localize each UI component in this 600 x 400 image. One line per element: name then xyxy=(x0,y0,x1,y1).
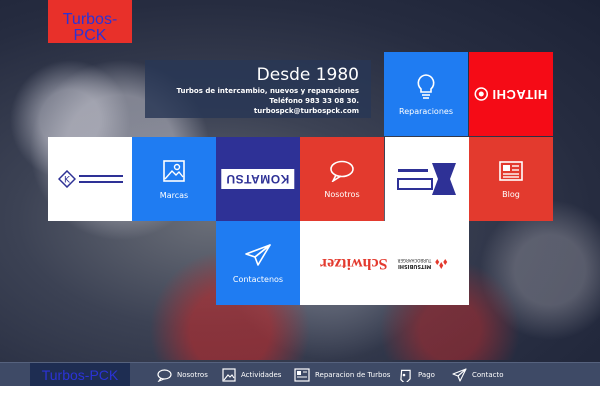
taskbar-item-label: Actividades xyxy=(241,371,282,379)
taskbar-item-label: Nosotros xyxy=(177,371,208,379)
kts-logo-icon xyxy=(397,163,456,195)
tag-icon xyxy=(400,369,411,382)
komatsu-logo: KOMATSU xyxy=(221,169,295,189)
tile-kts-logo[interactable] xyxy=(385,137,469,221)
paper-plane-icon xyxy=(452,368,467,382)
info-line-3: turbospck@turbospck.com xyxy=(253,107,359,115)
tile-komatsu[interactable]: KOMATSU xyxy=(216,137,300,221)
taskbar-item-contacto[interactable]: Contacto xyxy=(452,366,504,384)
mitsubishi-diamonds-icon xyxy=(435,259,448,270)
tile-hitachi[interactable]: HITACHI xyxy=(469,52,553,136)
speech-bubble-icon xyxy=(157,368,172,382)
lightbulb-icon xyxy=(417,73,435,99)
brand-logo: K xyxy=(57,170,123,188)
paper-plane-icon xyxy=(245,243,271,266)
page-footer-strip xyxy=(0,386,600,400)
site-logo[interactable]: Turbos-PCK xyxy=(48,0,132,44)
taskbar-item-label: Contacto xyxy=(472,371,504,379)
tile-reparaciones-label: Reparaciones xyxy=(399,106,453,116)
tile-marcas-label: Marcas xyxy=(159,190,189,200)
taskbar-item-label: Reparacion de Turbos xyxy=(315,371,391,379)
tile-nosotros-label: Nosotros xyxy=(324,189,360,199)
tile-schwitzer-mitsubishi[interactable]: MITSUBISHI TURBOCHARGER Schwitzer xyxy=(300,221,469,305)
tile-reparaciones[interactable]: Reparaciones xyxy=(384,52,468,136)
tile-marcas[interactable]: Marcas xyxy=(132,137,216,221)
mitsubishi-logo: MITSUBISHI TURBOCHARGER xyxy=(398,257,449,270)
hitachi-text: HITACHI xyxy=(492,86,548,102)
tile-blog-label: Blog xyxy=(502,189,520,199)
picture-icon xyxy=(163,159,185,182)
mitsubishi-sub: TURBOCHARGER xyxy=(397,258,432,263)
taskbar-logo[interactable]: Turbos-PCK xyxy=(30,363,130,387)
newspaper-icon xyxy=(294,368,310,382)
picture-icon xyxy=(222,368,236,382)
info-title: Desde 1980 xyxy=(256,65,359,85)
bottom-taskbar: Turbos-PCK Nosotros Actividades Reparaci… xyxy=(0,362,600,387)
taskbar-item-label: Pago xyxy=(418,371,435,379)
tile-nosotros[interactable]: Nosotros xyxy=(300,137,384,221)
info-line-2: Teléfono 983 33 08 30. xyxy=(269,97,359,105)
taskbar-item-pago[interactable]: Pago xyxy=(398,366,435,384)
schwitzer-mitsubishi-logos: MITSUBISHI TURBOCHARGER Schwitzer xyxy=(320,254,448,272)
taskbar-logo-text: Turbos-PCK xyxy=(41,367,119,383)
tile-contactenos[interactable]: Contactenos xyxy=(216,221,300,305)
tile-blog[interactable]: Blog xyxy=(469,137,553,221)
speech-bubble-icon xyxy=(330,160,354,182)
komatsu-text: KOMATSU xyxy=(226,172,290,186)
tile-contactenos-label: Contactenos xyxy=(232,274,284,284)
newspaper-icon xyxy=(499,160,523,181)
brand-wordmark xyxy=(78,175,123,183)
hitachi-logo: HITACHI xyxy=(474,86,548,102)
info-line-1: Turbos de intercambio, nuevos y reparaci… xyxy=(176,87,359,95)
schwitzer-text: Schwitzer xyxy=(320,255,388,272)
taskbar-item-reparacion[interactable]: Reparacion de Turbos xyxy=(294,366,390,384)
site-logo-text: Turbos-PCK xyxy=(62,11,118,44)
taskbar-item-actividades[interactable]: Actividades xyxy=(222,366,281,384)
brand-emblem-icon: K xyxy=(57,170,76,188)
tile-brand-logo[interactable]: K xyxy=(48,137,132,221)
mitsubishi-name: MITSUBISHI xyxy=(398,263,432,269)
info-panel: Desde 1980 Turbos de intercambio, nuevos… xyxy=(145,60,371,118)
taskbar-item-nosotros[interactable]: Nosotros xyxy=(157,366,208,384)
hitachi-emblem-icon xyxy=(474,87,489,101)
